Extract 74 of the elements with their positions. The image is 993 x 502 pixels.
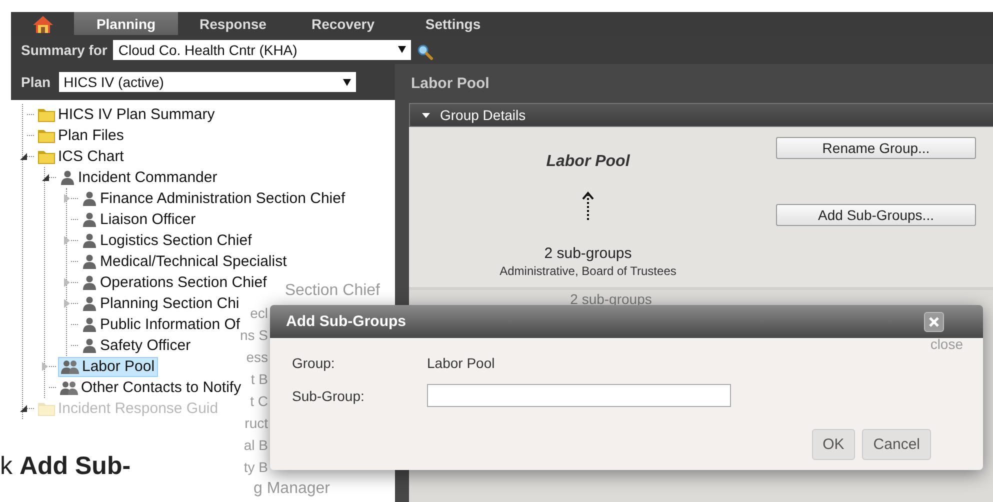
dotted-arrow-icon	[581, 191, 595, 221]
group-name: Labor Pool	[546, 153, 630, 171]
close-hint: close	[930, 336, 963, 352]
nav-tab[interactable]: Settings	[398, 12, 508, 35]
people-icon	[61, 359, 79, 374]
tree-item[interactable]: Finance Administration Section Chief	[80, 188, 348, 208]
person-icon	[82, 338, 97, 353]
faded-text: t C	[250, 392, 268, 411]
tree-item[interactable]: HICS IV Plan Summary	[36, 104, 217, 124]
person-icon	[82, 233, 97, 248]
person-icon	[82, 317, 97, 332]
tree-item[interactable]: Labor Pool	[58, 356, 158, 376]
nav-tab[interactable]: Planning	[74, 12, 178, 35]
tree-item[interactable]: Public Information Of	[80, 314, 242, 334]
faded-text: Section Chief	[284, 281, 380, 301]
facility-dropdown[interactable]: Cloud Co. Health Cntr (KHA)	[113, 40, 412, 60]
faded-text: ty B	[244, 458, 268, 477]
plan-dropdown[interactable]: HICS IV (active)	[58, 72, 356, 92]
folder-icon	[38, 149, 55, 164]
caret-icon	[398, 46, 406, 53]
folder-icon	[38, 401, 55, 416]
expander-icon[interactable]	[42, 174, 48, 181]
dialog-title: Add Sub-Groups	[286, 313, 406, 330]
subgroup-count: 2 sub-groups	[544, 245, 632, 262]
faded-text: ruct	[244, 414, 268, 433]
faded-text: ns S	[240, 327, 268, 345]
caret-icon	[342, 78, 351, 86]
close-button[interactable]	[924, 312, 944, 332]
person-icon	[60, 170, 75, 185]
person-icon	[82, 212, 97, 227]
tree-item[interactable]: Plan Files	[36, 126, 126, 146]
person-icon	[82, 275, 97, 290]
subgroup-names: Administrative, Board of Trustees	[500, 264, 676, 278]
action-button[interactable]: Add Sub-Groups...	[776, 204, 976, 226]
field-label: Sub-Group:	[292, 388, 366, 404]
summary-label: Summary for	[21, 42, 108, 58]
tree-item[interactable]: Other Contacts to Notify	[58, 378, 244, 398]
input-field[interactable]	[427, 384, 731, 407]
nav-tab[interactable]: Response	[178, 12, 288, 35]
tree-item[interactable]: Liaison Officer	[80, 210, 198, 230]
faded-text: g Manager	[254, 479, 330, 499]
plan-label: Plan	[21, 74, 51, 90]
close-icon	[929, 316, 939, 326]
field-value: Labor Pool	[427, 355, 496, 371]
faded-text: al B	[244, 436, 268, 455]
tree-item[interactable]: Safety Officer	[80, 336, 193, 356]
faded-text: ess	[246, 348, 268, 367]
tree-item[interactable]: Planning Section Chi	[80, 294, 242, 314]
subgroup-count: 2 sub-groups	[570, 291, 652, 309]
dialog-button[interactable]: Cancel	[862, 429, 931, 460]
panel-title: Labor Pool	[410, 74, 490, 94]
caption-text: k Add Sub-	[0, 452, 131, 481]
folder-icon	[38, 128, 55, 143]
faded-text: t B	[250, 370, 268, 389]
people-icon	[60, 380, 78, 395]
tree-item[interactable]: Medical/Technical Specialist	[80, 252, 289, 272]
field-label: Group:	[292, 355, 336, 371]
person-icon	[82, 254, 97, 269]
folder-icon	[38, 107, 55, 122]
tree-item[interactable]: Logistics Section Chief	[80, 230, 254, 250]
person-icon	[82, 296, 97, 311]
action-button[interactable]: Rename Group...	[776, 137, 976, 159]
dialog-button[interactable]: OK	[812, 429, 856, 460]
tree-item[interactable]: Operations Section Chief	[80, 272, 269, 292]
faded-text: ecl	[250, 304, 268, 323]
section-header[interactable]: Group Details	[409, 103, 993, 127]
tree-item[interactable]: Incident Commander	[58, 168, 220, 188]
nav-tab[interactable]: Recovery	[288, 12, 398, 35]
search-icon	[417, 44, 434, 60]
tree-item[interactable]: ICS Chart	[36, 146, 126, 166]
expander-icon[interactable]	[20, 153, 26, 160]
person-icon	[82, 191, 97, 206]
expander-icon[interactable]	[20, 405, 26, 412]
house-icon	[32, 14, 52, 32]
